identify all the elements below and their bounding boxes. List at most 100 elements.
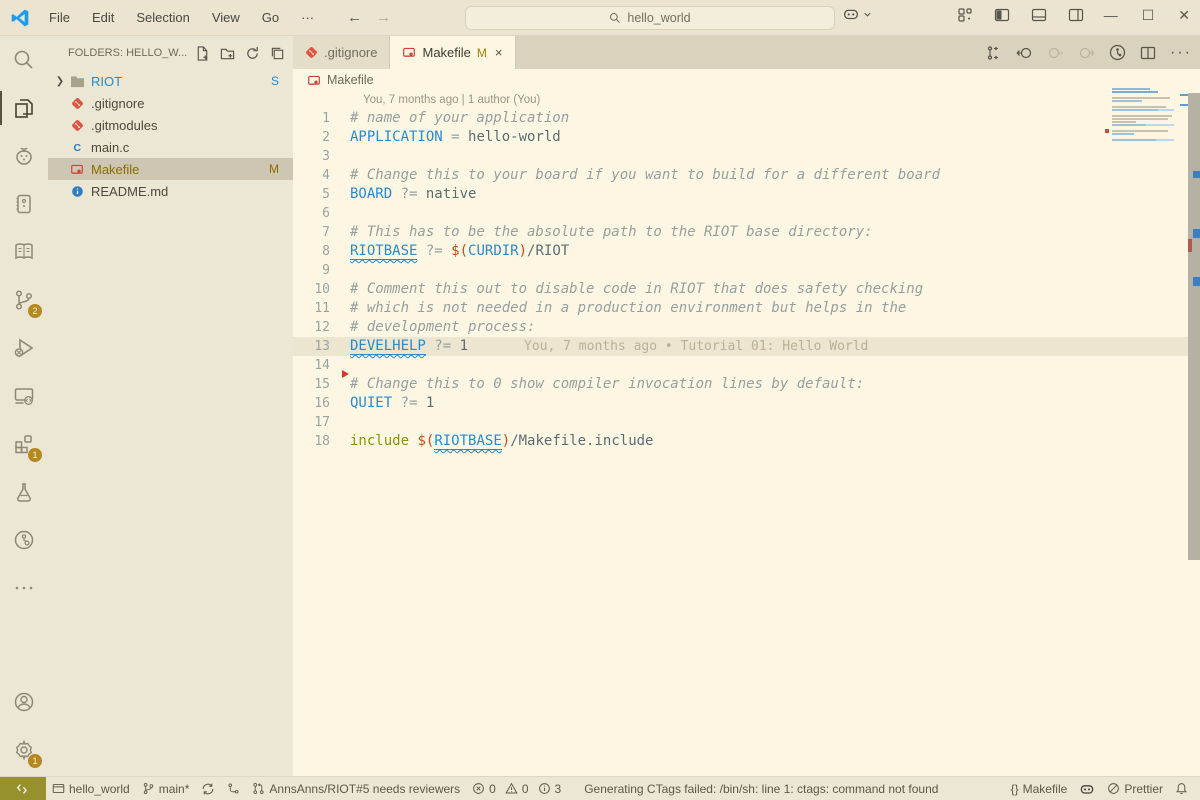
new-file-icon[interactable] bbox=[195, 46, 210, 61]
tab-gitignore[interactable]: .gitignore bbox=[293, 36, 390, 69]
line-number: 9 bbox=[293, 261, 343, 280]
nav-back-icon[interactable]: ← bbox=[347, 9, 362, 26]
folder-icon bbox=[68, 75, 86, 88]
new-folder-icon[interactable] bbox=[220, 46, 235, 61]
code-line-12[interactable]: 12# development process: bbox=[293, 318, 1200, 337]
code-line-15[interactable]: 15# Change this to 0 show compiler invoc… bbox=[293, 375, 1200, 394]
ctags-message: Generating CTags failed: /bin/sh: line 1… bbox=[578, 777, 944, 800]
menu-edit[interactable]: Edit bbox=[83, 7, 123, 28]
breadcrumb[interactable]: Makefile bbox=[293, 69, 1200, 91]
more-actions-icon[interactable]: ··· bbox=[1170, 44, 1192, 62]
activitybar-clipboard-icon[interactable] bbox=[0, 180, 48, 228]
code-line-9[interactable]: 9 bbox=[293, 261, 1200, 280]
line-number: 8 bbox=[293, 242, 343, 261]
explorer-section-title[interactable]: FOLDERS: HELLO_W... bbox=[68, 47, 195, 59]
copilot-status[interactable] bbox=[1073, 777, 1101, 800]
remote-indicator[interactable] bbox=[0, 777, 46, 800]
workspace-indicator[interactable]: hello_world bbox=[46, 777, 136, 800]
overview-ruler-scrollbar[interactable] bbox=[1188, 93, 1200, 560]
next-change-disabled-icon bbox=[1078, 45, 1095, 61]
breadcrumb-item[interactable]: Makefile bbox=[327, 73, 374, 87]
menu-selection[interactable]: Selection bbox=[127, 7, 198, 28]
close-button[interactable]: ✕ bbox=[1178, 7, 1190, 24]
prev-change-disabled-icon bbox=[1047, 45, 1064, 61]
code-line-14[interactable]: 14 bbox=[293, 356, 1200, 375]
file-row--gitmodules[interactable]: .gitmodules bbox=[48, 114, 293, 136]
code-line-11[interactable]: 11# which is not needed in a production … bbox=[293, 299, 1200, 318]
line-number: 3 bbox=[293, 147, 343, 166]
menu-file[interactable]: File bbox=[40, 7, 79, 28]
sync-icon bbox=[201, 782, 215, 796]
line-number: 11 bbox=[293, 299, 343, 318]
code-line-8[interactable]: 8RIOTBASE ?= $(CURDIR)/RIOT bbox=[293, 242, 1200, 261]
code-line-6[interactable]: 6 bbox=[293, 204, 1200, 223]
activitybar-more-icon[interactable] bbox=[0, 564, 48, 612]
code-line-7[interactable]: 7# This has to be the absolute path to t… bbox=[293, 223, 1200, 242]
menu-go[interactable]: Go bbox=[253, 7, 288, 28]
code-line-3[interactable]: 3 bbox=[293, 147, 1200, 166]
code-line-4[interactable]: 4# Change this to your board if you want… bbox=[293, 166, 1200, 185]
sync-changes[interactable] bbox=[195, 777, 221, 800]
command-center-search[interactable]: hello_world bbox=[465, 6, 835, 30]
activitybar-remote-explorer-icon[interactable] bbox=[0, 372, 48, 420]
git-branch-indicator[interactable]: main* bbox=[136, 777, 196, 800]
activitybar-raspberry-pi-icon[interactable] bbox=[0, 132, 48, 180]
previous-change-icon[interactable] bbox=[1016, 45, 1033, 61]
file-row-main-c[interactable]: Cmain.c bbox=[48, 136, 293, 158]
activitybar-run-debug-icon[interactable] bbox=[0, 324, 48, 372]
activitybar-explorer-icon[interactable] bbox=[0, 84, 48, 132]
toggle-panel-icon[interactable] bbox=[1031, 7, 1047, 23]
activitybar-book-icon[interactable] bbox=[0, 228, 48, 276]
menu-view[interactable]: View bbox=[203, 7, 249, 28]
problems-indicator[interactable]: 0 0 3 bbox=[466, 777, 572, 800]
split-editor-icon[interactable] bbox=[1140, 45, 1156, 61]
code-line-2[interactable]: 2APPLICATION = hello-world bbox=[293, 128, 1200, 147]
code-line-16[interactable]: 16QUIET ?= 1 bbox=[293, 394, 1200, 413]
language-mode[interactable]: {} Makefile bbox=[1005, 777, 1074, 800]
file-row-riot[interactable]: ❯RIOTS bbox=[48, 70, 293, 92]
code-line-17[interactable]: 17 bbox=[293, 413, 1200, 432]
code-line-10[interactable]: 10# Comment this out to disable code in … bbox=[293, 280, 1200, 299]
pull-request-status[interactable]: AnnsAnns/RIOT#5 needs reviewers bbox=[246, 777, 466, 800]
file-row--gitignore[interactable]: .gitignore bbox=[48, 92, 293, 114]
line-number: 16 bbox=[293, 394, 343, 413]
code-line-1[interactable]: 1# name of your application bbox=[293, 109, 1200, 128]
code-line-13[interactable]: 13DEVELHELP ?= 1You, 7 months ago • Tuto… bbox=[293, 337, 1200, 356]
file-row-readme-md[interactable]: README.md bbox=[48, 180, 293, 202]
refresh-icon[interactable] bbox=[245, 46, 260, 61]
codelens-annotation[interactable]: You, 7 months ago | 1 author (You) bbox=[293, 91, 1200, 109]
nav-forward-icon[interactable]: → bbox=[376, 9, 391, 26]
formatter-status[interactable]: Prettier bbox=[1101, 777, 1169, 800]
code-editor[interactable]: You, 7 months ago | 1 author (You) 1# na… bbox=[293, 91, 1200, 451]
activitybar-extensions-icon[interactable]: 1 bbox=[0, 420, 48, 468]
activitybar-testing-icon[interactable] bbox=[0, 468, 48, 516]
file-tree: ❯RIOTS.gitignore.gitmodulesCmain.cMakefi… bbox=[48, 70, 293, 202]
activitybar-gitlens-icon[interactable] bbox=[0, 516, 48, 564]
menu-[interactable]: ··· bbox=[292, 7, 323, 28]
customize-layout-icon[interactable] bbox=[957, 7, 973, 23]
activitybar-settings-icon[interactable]: 1 bbox=[0, 726, 48, 774]
minimap[interactable] bbox=[1112, 88, 1174, 142]
activitybar-account-icon[interactable] bbox=[0, 678, 48, 726]
copilot-menu[interactable] bbox=[842, 5, 872, 23]
info-icon bbox=[538, 782, 551, 795]
activitybar-source-control-icon[interactable]: 2 bbox=[0, 276, 48, 324]
code-line-18[interactable]: 18include $(RIOTBASE)/Makefile.include bbox=[293, 432, 1200, 451]
tab-close-icon[interactable]: × bbox=[495, 45, 503, 60]
open-changes-icon[interactable] bbox=[986, 45, 1002, 61]
tab-makefile[interactable]: Makefile M × bbox=[390, 36, 515, 69]
activitybar-search-icon[interactable] bbox=[0, 36, 48, 84]
minimize-button[interactable]: — bbox=[1104, 7, 1118, 24]
toggle-sidebar-icon[interactable] bbox=[994, 7, 1010, 23]
git-status-badge: M bbox=[269, 162, 279, 176]
notifications[interactable] bbox=[1169, 777, 1194, 800]
code-line-5[interactable]: 5BOARD ?= native bbox=[293, 185, 1200, 204]
collapse-all-icon[interactable] bbox=[270, 46, 285, 61]
gitlens-graph-icon[interactable] bbox=[1109, 44, 1126, 61]
line-number: 12 bbox=[293, 318, 343, 337]
minimap-decoration bbox=[1180, 94, 1188, 114]
gitlens-compare[interactable] bbox=[221, 777, 246, 800]
toggle-secondary-sidebar-icon[interactable] bbox=[1068, 7, 1084, 23]
file-row-makefile[interactable]: MakefileM bbox=[48, 158, 293, 180]
maximize-button[interactable]: ☐ bbox=[1142, 7, 1155, 24]
